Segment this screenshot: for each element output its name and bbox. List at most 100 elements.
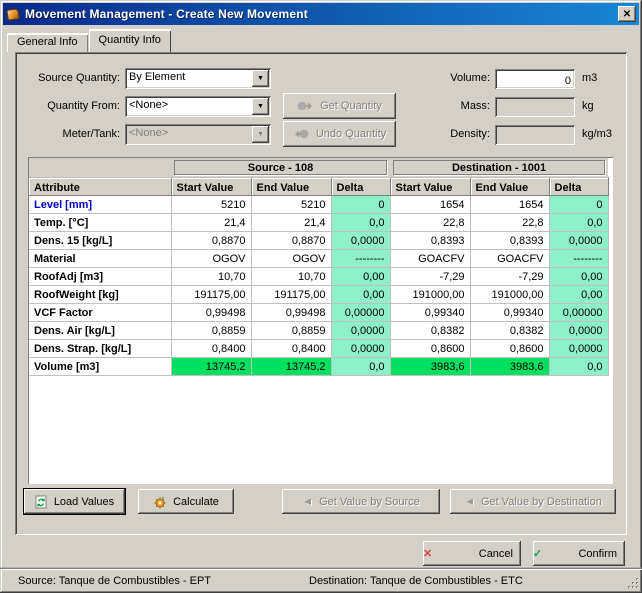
delta-cell: 0 xyxy=(549,195,609,214)
group-header-destination: Destination - 1001 xyxy=(393,160,606,175)
mass-unit: kg xyxy=(582,100,594,112)
column-header-end-value: End Value xyxy=(251,177,332,196)
get-value-by-source-button[interactable]: ◄ Get Value by Source xyxy=(282,489,440,514)
quantity-info-panel: Source Quantity: By Element ▼ Quantity F… xyxy=(15,52,627,535)
delta-cell: -------- xyxy=(549,249,609,268)
calculate-label: Calculate xyxy=(173,495,219,508)
undo-quantity-button[interactable]: Undo Quantity xyxy=(283,121,396,147)
source-quantity-value: By Element xyxy=(129,71,186,83)
cancel-button[interactable]: ✕ Cancel xyxy=(423,541,521,566)
get-value-by-source-label: Get Value by Source xyxy=(319,495,420,508)
group-header-spacer xyxy=(29,158,171,178)
value-cell: 191000,00 xyxy=(470,285,550,304)
value-cell: -7,29 xyxy=(390,267,471,286)
load-values-label: Load Values xyxy=(53,495,115,508)
tab-quantity-info[interactable]: Quantity Info xyxy=(88,29,171,52)
value-cell: 0,8400 xyxy=(171,339,252,358)
column-header-row: Attribute Start Value End Value Delta St… xyxy=(29,177,609,196)
confirm-button[interactable]: ✓ Confirm xyxy=(533,541,625,566)
table-row[interactable]: RoofWeight [kg] 191175,00 191175,00 0,00 191… xyxy=(29,285,609,304)
value-cell: 0,8400 xyxy=(251,339,332,358)
get-value-by-destination-label: Get Value by Destination xyxy=(481,495,602,508)
table-row[interactable]: Temp. [°C] 21,4 21,4 0,0 22,8 22,8 0,0 xyxy=(29,213,609,232)
value-cell: 0,8870 xyxy=(171,231,252,250)
delta-cell: 0,00 xyxy=(331,267,391,286)
volume-input[interactable] xyxy=(495,69,575,89)
density-label: Density: xyxy=(450,128,490,140)
delta-cell: 0,00 xyxy=(549,267,609,286)
source-quantity-select[interactable]: By Element ▼ xyxy=(125,68,271,89)
value-cell: 0,8870 xyxy=(251,231,332,250)
value-cell: 13745,2 xyxy=(251,357,332,376)
resize-grip[interactable] xyxy=(627,577,640,590)
tab-label: Quantity Info xyxy=(98,34,161,46)
attribute-table-body: Level [mm] 5210 5210 0 1654 1654 0 Temp. [°C] 21… xyxy=(29,195,609,376)
table-row[interactable]: RoofAdj [m3] 10,70 10,70 0,00 -7,29 -7,29 0,00 xyxy=(29,267,609,286)
value-cell: 3983,6 xyxy=(470,357,550,376)
density-unit: kg/m3 xyxy=(582,128,612,140)
value-cell: OGOV xyxy=(171,249,252,268)
confirm-label: Confirm xyxy=(578,547,617,560)
tab-general-info[interactable]: General Info xyxy=(7,33,88,52)
attribute-label: Temp. [°C] xyxy=(29,213,172,232)
attribute-label: Level [mm] xyxy=(29,195,172,214)
delta-cell: 0,00 xyxy=(549,285,609,304)
quantity-from-value: <None> xyxy=(129,99,169,111)
close-icon: ✕ xyxy=(622,8,632,20)
delta-cell: 0,0 xyxy=(549,213,609,232)
value-cell: 0,8600 xyxy=(470,339,550,358)
tank-arrow-right-icon xyxy=(297,101,313,111)
quantity-from-select[interactable]: <None> ▼ xyxy=(125,96,271,117)
window-title: Movement Management - Create New Movemen… xyxy=(25,7,308,21)
get-quantity-button[interactable]: Get Quantity xyxy=(283,93,396,119)
value-cell: GOACFV xyxy=(470,249,550,268)
meter-tank-select[interactable]: <None> ▼ xyxy=(125,124,271,145)
tank-arrow-left-icon xyxy=(294,129,309,139)
undo-quantity-label: Undo Quantity xyxy=(315,128,387,140)
value-cell: 0,99340 xyxy=(470,303,550,322)
delta-cell: 0 xyxy=(331,195,391,214)
get-value-by-destination-button[interactable]: ◄ Get Value by Destination xyxy=(450,489,616,514)
value-cell: 0,8382 xyxy=(470,321,550,340)
cancel-label: Cancel xyxy=(478,547,513,560)
dialog-window: Movement Management - Create New Movemen… xyxy=(0,0,642,593)
value-cell: 0,99498 xyxy=(171,303,252,322)
table-row[interactable]: Dens. 15 [kg/L] 0,8870 0,8870 0,0000 0,8393 0… xyxy=(29,231,609,250)
calculator-gear-icon xyxy=(154,496,166,508)
quantity-from-label: Quantity From: xyxy=(47,100,120,112)
table-row[interactable]: Volume [m3] 13745,2 13745,2 0,0 3983,6 3983,6… xyxy=(29,357,609,376)
delta-cell: 0,0000 xyxy=(549,231,609,250)
value-cell: 5210 xyxy=(251,195,332,214)
delta-cell: 0,0 xyxy=(331,213,391,232)
attribute-label: Dens. Air [kg/L] xyxy=(29,321,172,340)
refresh-document-icon xyxy=(35,495,47,508)
value-cell: 22,8 xyxy=(470,213,550,232)
close-button[interactable]: ✕ xyxy=(618,6,636,22)
cancel-x-icon: ✕ xyxy=(423,548,433,560)
value-cell: 0,8600 xyxy=(390,339,471,358)
table-row[interactable]: Dens. Air [kg/L] 0,8859 0,8859 0,0000 0,8382… xyxy=(29,321,609,340)
chevron-down-icon[interactable]: ▼ xyxy=(252,70,269,87)
delta-cell: 0,00 xyxy=(331,285,391,304)
source-quantity-label: Source Quantity: xyxy=(38,72,120,84)
value-cell: 0,8393 xyxy=(390,231,471,250)
calculate-button[interactable]: Calculate xyxy=(138,489,234,514)
delta-cell: 0,0000 xyxy=(331,321,391,340)
table-row[interactable]: Material OGOV OGOV -------- GOACFV GOACFV ----… xyxy=(29,249,609,268)
table-row[interactable]: Level [mm] 5210 5210 0 1654 1654 0 xyxy=(29,195,609,214)
attribute-grid[interactable]: Source - 108 Destination - 1001 Attribut… xyxy=(28,157,613,484)
status-destination: Destination: Tanque de Combustibles - ET… xyxy=(309,575,523,587)
table-row[interactable]: Dens. Strap. [kg/L] 0,8400 0,8400 0,0000 0,8… xyxy=(29,339,609,358)
delta-cell: 0,00000 xyxy=(331,303,391,322)
value-cell: 191175,00 xyxy=(251,285,332,304)
chevron-down-icon[interactable]: ▼ xyxy=(252,98,269,115)
delta-cell: 0,0 xyxy=(549,357,609,376)
attribute-label: Dens. Strap. [kg/L] xyxy=(29,339,172,358)
value-cell: 191000,00 xyxy=(390,285,471,304)
mass-input[interactable] xyxy=(495,97,575,117)
delta-cell: 0,0000 xyxy=(331,339,391,358)
table-row[interactable]: VCF Factor 0,99498 0,99498 0,00000 0,99340 0,… xyxy=(29,303,609,322)
load-values-button[interactable]: Load Values xyxy=(23,488,126,515)
density-input[interactable] xyxy=(495,125,575,145)
title-bar[interactable]: Movement Management - Create New Movemen… xyxy=(3,3,639,25)
